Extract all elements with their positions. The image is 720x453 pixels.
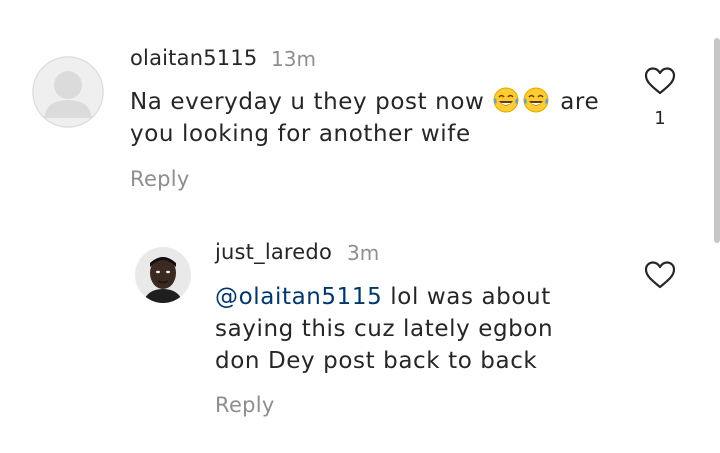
face-with-tears-of-joy-icon (493, 87, 519, 113)
face-with-tears-of-joy-icon (523, 87, 549, 113)
comment-text-start: Na everyday u they post now (130, 89, 493, 115)
reply-button[interactable]: Reply (130, 167, 190, 191)
comment-timestamp: 13m (271, 47, 316, 71)
avatar[interactable] (135, 247, 191, 303)
scrollbar[interactable] (714, 38, 720, 243)
comment-timestamp: 3m (347, 241, 380, 265)
comment-username[interactable]: olaitan5115 (130, 46, 257, 70)
reply-button[interactable]: Reply (215, 393, 275, 417)
comment-text: @olaitan5115 lol was about saying this c… (215, 281, 575, 377)
heart-icon[interactable] (644, 66, 676, 96)
comment-text: Na everyday u they post now are you look… (130, 86, 630, 150)
default-avatar-icon (32, 56, 104, 128)
heart-icon[interactable] (644, 260, 676, 290)
mention-link[interactable]: @olaitan5115 (215, 284, 382, 310)
like-count: 1 (654, 108, 666, 129)
comment-username[interactable]: just_laredo (215, 240, 332, 264)
profile-photo (135, 247, 191, 303)
avatar[interactable] (32, 56, 104, 128)
comment-just-laredo: just_laredo 3m @olaitan5115 lol was abou… (0, 210, 720, 453)
comment-olaitan5115: olaitan5115 13m Na everyday u they post … (0, 0, 720, 210)
